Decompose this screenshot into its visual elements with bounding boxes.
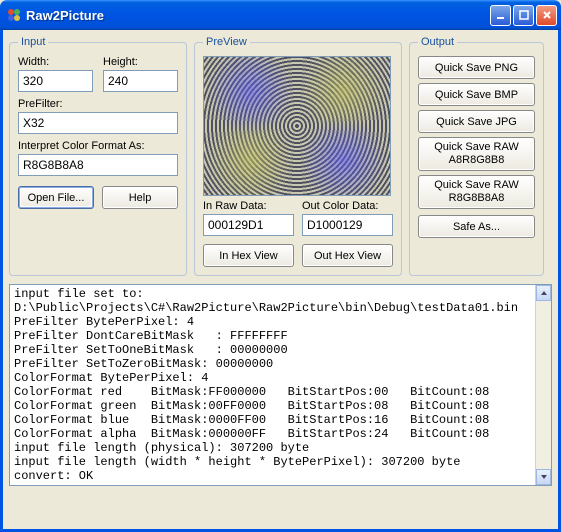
output-group: Output Quick Save PNG Quick Save BMP Qui… [409, 36, 544, 276]
input-legend: Input [18, 36, 48, 48]
width-label: Width: [18, 56, 93, 68]
quick-save-raw-rgba-button[interactable]: Quick Save RAW R8G8B8A8 [418, 175, 535, 209]
close-button[interactable] [536, 5, 557, 26]
in-raw-label: In Raw Data: [203, 200, 294, 212]
input-group: Input Width: Height: PreFilter: Interpre… [9, 36, 187, 276]
interpret-label: Interpret Color Format As: [18, 140, 178, 152]
height-label: Height: [103, 56, 178, 68]
quick-raw2-line2: R8G8B8A8 [434, 192, 519, 205]
height-input[interactable] [103, 70, 178, 92]
out-color-input[interactable] [302, 214, 393, 236]
scroll-up-button[interactable] [536, 285, 551, 301]
app-icon [6, 7, 22, 23]
width-input[interactable] [18, 70, 93, 92]
minimize-button[interactable] [490, 5, 511, 26]
open-file-button[interactable]: Open File... [18, 186, 94, 209]
preview-image [203, 56, 391, 196]
out-color-label: Out Color Data: [302, 200, 393, 212]
maximize-button[interactable] [513, 5, 534, 26]
quick-raw1-line2: A8R8G8B8 [434, 154, 519, 167]
quick-save-png-button[interactable]: Quick Save PNG [418, 56, 535, 79]
log-scrollbar[interactable] [535, 285, 551, 485]
in-hex-view-button[interactable]: In Hex View [203, 244, 294, 267]
titlebar: Raw2Picture [0, 0, 561, 30]
safe-as-button[interactable]: Safe As... [418, 215, 535, 238]
window-title: Raw2Picture [26, 8, 488, 23]
log-textarea[interactable]: input file set to: D:\Public\Projects\C#… [10, 285, 535, 485]
quick-raw2-line1: Quick Save RAW [434, 179, 519, 192]
quick-raw1-line1: Quick Save RAW [434, 141, 519, 154]
preview-group: PreView In Raw Data: Out Color Data: In … [194, 36, 402, 276]
output-legend: Output [418, 36, 457, 48]
prefilter-input[interactable] [18, 112, 178, 134]
out-hex-view-button[interactable]: Out Hex View [302, 244, 393, 267]
log-panel: input file set to: D:\Public\Projects\C#… [9, 284, 552, 486]
interpret-input[interactable] [18, 154, 178, 176]
help-button[interactable]: Help [102, 186, 178, 209]
quick-save-raw-argb-button[interactable]: Quick Save RAW A8R8G8B8 [418, 137, 535, 171]
preview-legend: PreView [203, 36, 250, 48]
quick-save-jpg-button[interactable]: Quick Save JPG [418, 110, 535, 133]
prefilter-label: PreFilter: [18, 98, 178, 110]
client-area: Input Width: Height: PreFilter: Interpre… [0, 30, 561, 532]
scroll-track[interactable] [536, 301, 551, 469]
quick-save-bmp-button[interactable]: Quick Save BMP [418, 83, 535, 106]
scroll-down-button[interactable] [536, 469, 551, 485]
in-raw-input[interactable] [203, 214, 294, 236]
